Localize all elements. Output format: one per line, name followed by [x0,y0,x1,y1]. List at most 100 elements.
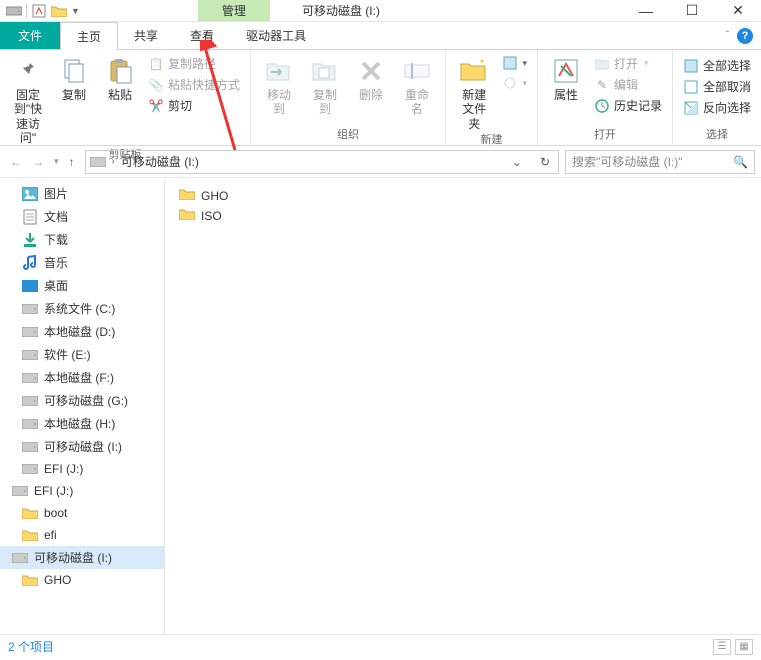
new-item-button[interactable]: ▾ [500,54,529,72]
open-item-button[interactable]: 打开▾ [592,54,664,73]
search-icon[interactable]: 🔍 [733,155,748,169]
tree-item[interactable]: EFI (J:) [0,458,164,480]
address-dropdown-icon[interactable]: ⌄ [508,155,526,169]
tree-item-label: 本地磁盘 (H:) [44,415,115,432]
tree-item[interactable]: 可移动磁盘 (G:) [0,389,164,412]
tree-item[interactable]: 本地磁盘 (D:) [0,320,164,343]
pin-to-quick-access-button[interactable]: 固定到"快速访问" [6,52,50,146]
file-item[interactable]: ISO [177,206,749,226]
tree-item[interactable]: 下载 [0,228,164,251]
history-icon [594,98,610,114]
paste-shortcut-button[interactable]: 📎粘贴快捷方式 [146,75,242,94]
breadcrumb[interactable]: 可移动磁盘 (I:) [121,153,199,170]
navigation-pane[interactable]: 图片文档下载音乐桌面系统文件 (C:)本地磁盘 (D:)软件 (E:)本地磁盘 … [0,178,165,634]
rename-button[interactable]: 重命名 [395,52,439,117]
pin-label: 固定到"快速访问" [12,88,44,146]
tree-item[interactable]: 可移动磁盘 (I:) [0,546,164,569]
breadcrumb-sep-icon[interactable]: › [112,156,115,167]
forward-button[interactable]: → [32,155,44,169]
drive-icon [22,461,38,477]
select-all-button[interactable]: 全部选择 [681,56,753,75]
recent-drop-icon[interactable]: ▾ [54,156,59,167]
back-button[interactable]: ← [10,155,22,169]
pictures-icon [22,186,38,202]
tree-item[interactable]: 本地磁盘 (H:) [0,412,164,435]
select-all-icon [683,58,699,74]
tree-item[interactable]: 桌面 [0,274,164,297]
paste-button[interactable]: 粘贴 [98,52,142,102]
copy-button[interactable]: 复制 [52,52,96,102]
properties-icon [550,56,582,86]
tree-item[interactable]: 图片 [0,182,164,205]
tree-item[interactable]: efi [0,524,164,546]
properties-label: 属性 [554,88,578,102]
address-bar[interactable]: › 可移动磁盘 (I:) ⌄ ↻ [85,150,559,174]
qat-dropdown-icon[interactable]: ▼ [71,6,80,16]
help-icon[interactable]: ? [737,28,753,44]
invert-selection-button[interactable]: 反向选择 [681,98,753,117]
tree-item[interactable]: 可移动磁盘 (I:) [0,435,164,458]
minimize-button[interactable]: — [623,0,669,22]
easy-access-button[interactable]: ▾ [500,74,529,92]
tree-item[interactable]: boot [0,502,164,524]
cut-button[interactable]: ✂️剪切 [146,96,242,115]
ribbon-tabs: 文件 主页 共享 查看 驱动器工具 ˆ ? [0,22,761,50]
tree-item[interactable]: 系统文件 (C:) [0,297,164,320]
tree-item-label: boot [44,506,67,520]
ribbon-collapse-icon[interactable]: ˆ [726,30,729,41]
tree-item[interactable]: 文档 [0,205,164,228]
tree-item[interactable]: EFI (J:) [0,480,164,502]
properties-button[interactable]: 属性 [544,52,588,102]
select-none-button[interactable]: 全部取消 [681,77,753,96]
drive-icon [12,483,28,499]
file-name: ISO [201,209,222,223]
content-pane[interactable]: GHO ISO [165,178,761,634]
documents-icon [22,209,38,225]
copy-to-button[interactable]: 复制到 [303,52,347,117]
rename-icon [401,56,433,86]
group-new: 新建文件夹 ▾ ▾ 新建 [446,50,538,145]
tree-item-label: 音乐 [44,254,68,271]
copy-to-label: 复制到 [309,88,341,117]
context-tab-label: 管理 [198,0,270,21]
quick-access-toolbar: ▼ [0,3,86,19]
drive-icon [22,347,38,363]
tree-item-label: GHO [44,573,71,587]
copy-icon [58,56,90,86]
edit-icon: ✎ [594,77,610,93]
folder-icon [22,505,38,521]
tree-item[interactable]: 软件 (E:) [0,343,164,366]
details-view-button[interactable]: ☰ [713,639,731,655]
move-to-button[interactable]: 移动到 [257,52,301,117]
up-button[interactable]: ↑ [69,155,75,169]
folder-qat-icon[interactable] [51,3,67,19]
tab-home[interactable]: 主页 [60,22,118,50]
copy-path-button[interactable]: 📋复制路径 [146,54,242,73]
tab-view[interactable]: 查看 [174,22,230,49]
search-input[interactable]: 搜索"可移动磁盘 (I:)" 🔍 [565,150,755,174]
maximize-button[interactable]: ☐ [669,0,715,22]
drive-icon [90,154,106,170]
tree-item[interactable]: 本地磁盘 (F:) [0,366,164,389]
refresh-button[interactable]: ↻ [536,155,554,169]
move-to-label: 移动到 [263,88,295,117]
tab-share[interactable]: 共享 [118,22,174,49]
tree-item-label: 图片 [44,185,68,202]
tree-item[interactable]: GHO [0,569,164,591]
file-item[interactable]: GHO [177,186,749,206]
close-button[interactable]: ✕ [715,0,761,22]
downloads-icon [22,232,38,248]
history-button[interactable]: 历史记录 [592,96,664,115]
properties-qat-icon[interactable] [31,3,47,19]
tree-item[interactable]: 音乐 [0,251,164,274]
tab-file[interactable]: 文件 [0,22,60,49]
group-clipboard: 固定到"快速访问" 复制 粘贴 📋复制路径 📎粘贴快捷方式 ✂️剪切 剪贴板 [0,50,251,145]
delete-button[interactable]: 删除 [349,52,393,102]
icons-view-button[interactable]: ▦ [735,639,753,655]
new-folder-button[interactable]: 新建文件夹 [452,52,496,131]
tab-drive-tools[interactable]: 驱动器工具 [230,22,322,49]
tree-item-label: 系统文件 (C:) [44,300,115,317]
tree-item-label: 下载 [44,231,68,248]
tree-item-label: 可移动磁盘 (I:) [34,549,112,566]
edit-button[interactable]: ✎编辑 [592,75,664,94]
